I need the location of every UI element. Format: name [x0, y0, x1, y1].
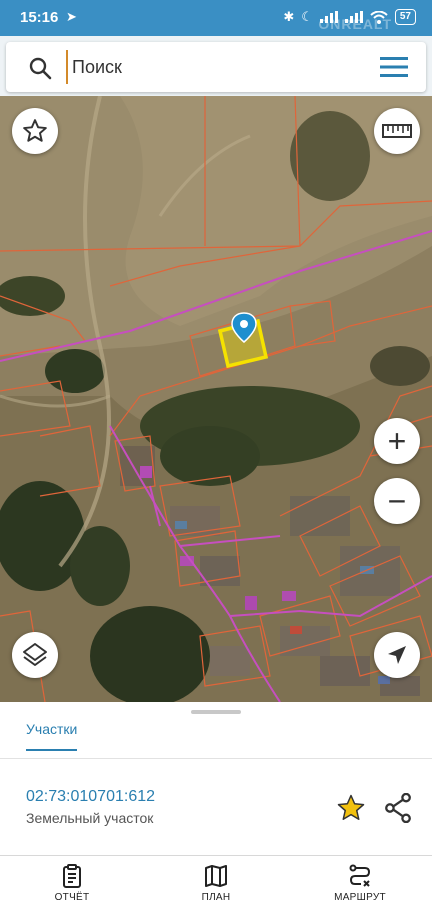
- nav-report-label: ОТЧЁТ: [54, 892, 90, 903]
- navigation-arrow-icon: [388, 646, 406, 664]
- bottom-sheet: Участки 02:73:010701:612 Земельный участ…: [0, 702, 432, 856]
- parcel-type: Земельный участок: [26, 810, 154, 826]
- ruler-icon: [382, 124, 412, 138]
- nav-route[interactable]: МАРШРУТ: [288, 856, 432, 910]
- ruler-button[interactable]: [374, 108, 420, 154]
- route-icon: [349, 864, 371, 887]
- nav-route-label: МАРШРУТ: [334, 892, 386, 903]
- map-view[interactable]: + −: [0, 96, 432, 702]
- share-icon[interactable]: [384, 793, 412, 823]
- status-icons: ✱ ☾ 57: [283, 9, 416, 25]
- zoom-out-button[interactable]: −: [374, 478, 420, 524]
- status-bar: 15:16 ➤ ONREALT ✱ ☾ 57: [0, 0, 432, 36]
- signal-icon: [319, 11, 338, 23]
- search-bar: [0, 36, 432, 96]
- satellite-imagery: [0, 96, 432, 702]
- divider: [0, 758, 432, 759]
- battery-icon: 57: [394, 9, 416, 25]
- signal-icon-2: [344, 11, 363, 23]
- menu-icon[interactable]: [380, 55, 408, 79]
- bottom-nav: ОТЧЁТ ПЛАН МАРШРУТ: [0, 855, 432, 910]
- sheet-handle[interactable]: [191, 710, 241, 714]
- locate-button[interactable]: [374, 632, 420, 678]
- nav-plan-label: ПЛАН: [201, 892, 231, 903]
- wifi-icon: [370, 10, 388, 24]
- moon-icon: ☾: [301, 9, 313, 24]
- search-input[interactable]: [66, 50, 356, 84]
- map-icon: [205, 865, 227, 887]
- search-icon[interactable]: [28, 56, 52, 80]
- report-icon: [63, 864, 81, 888]
- zoom-out-label: −: [387, 483, 407, 519]
- tab-parcels[interactable]: Участки: [26, 721, 78, 751]
- zoom-in-button[interactable]: +: [374, 418, 420, 464]
- layers-icon: [23, 643, 47, 666]
- star-outline-icon: [23, 119, 47, 142]
- star-icon[interactable]: [336, 793, 366, 823]
- zoom-in-label: +: [387, 423, 407, 459]
- navigation-status-icon: ➤: [66, 9, 77, 24]
- layers-button[interactable]: [12, 632, 58, 678]
- status-time: 15:16: [20, 9, 59, 26]
- search-box: [6, 42, 426, 92]
- parcel-id-link[interactable]: 02:73:010701:612: [26, 788, 155, 806]
- bluetooth-icon: ✱: [283, 9, 295, 24]
- favorites-button[interactable]: [12, 108, 58, 154]
- nav-plan[interactable]: ПЛАН: [144, 856, 288, 910]
- nav-report[interactable]: ОТЧЁТ: [0, 856, 144, 910]
